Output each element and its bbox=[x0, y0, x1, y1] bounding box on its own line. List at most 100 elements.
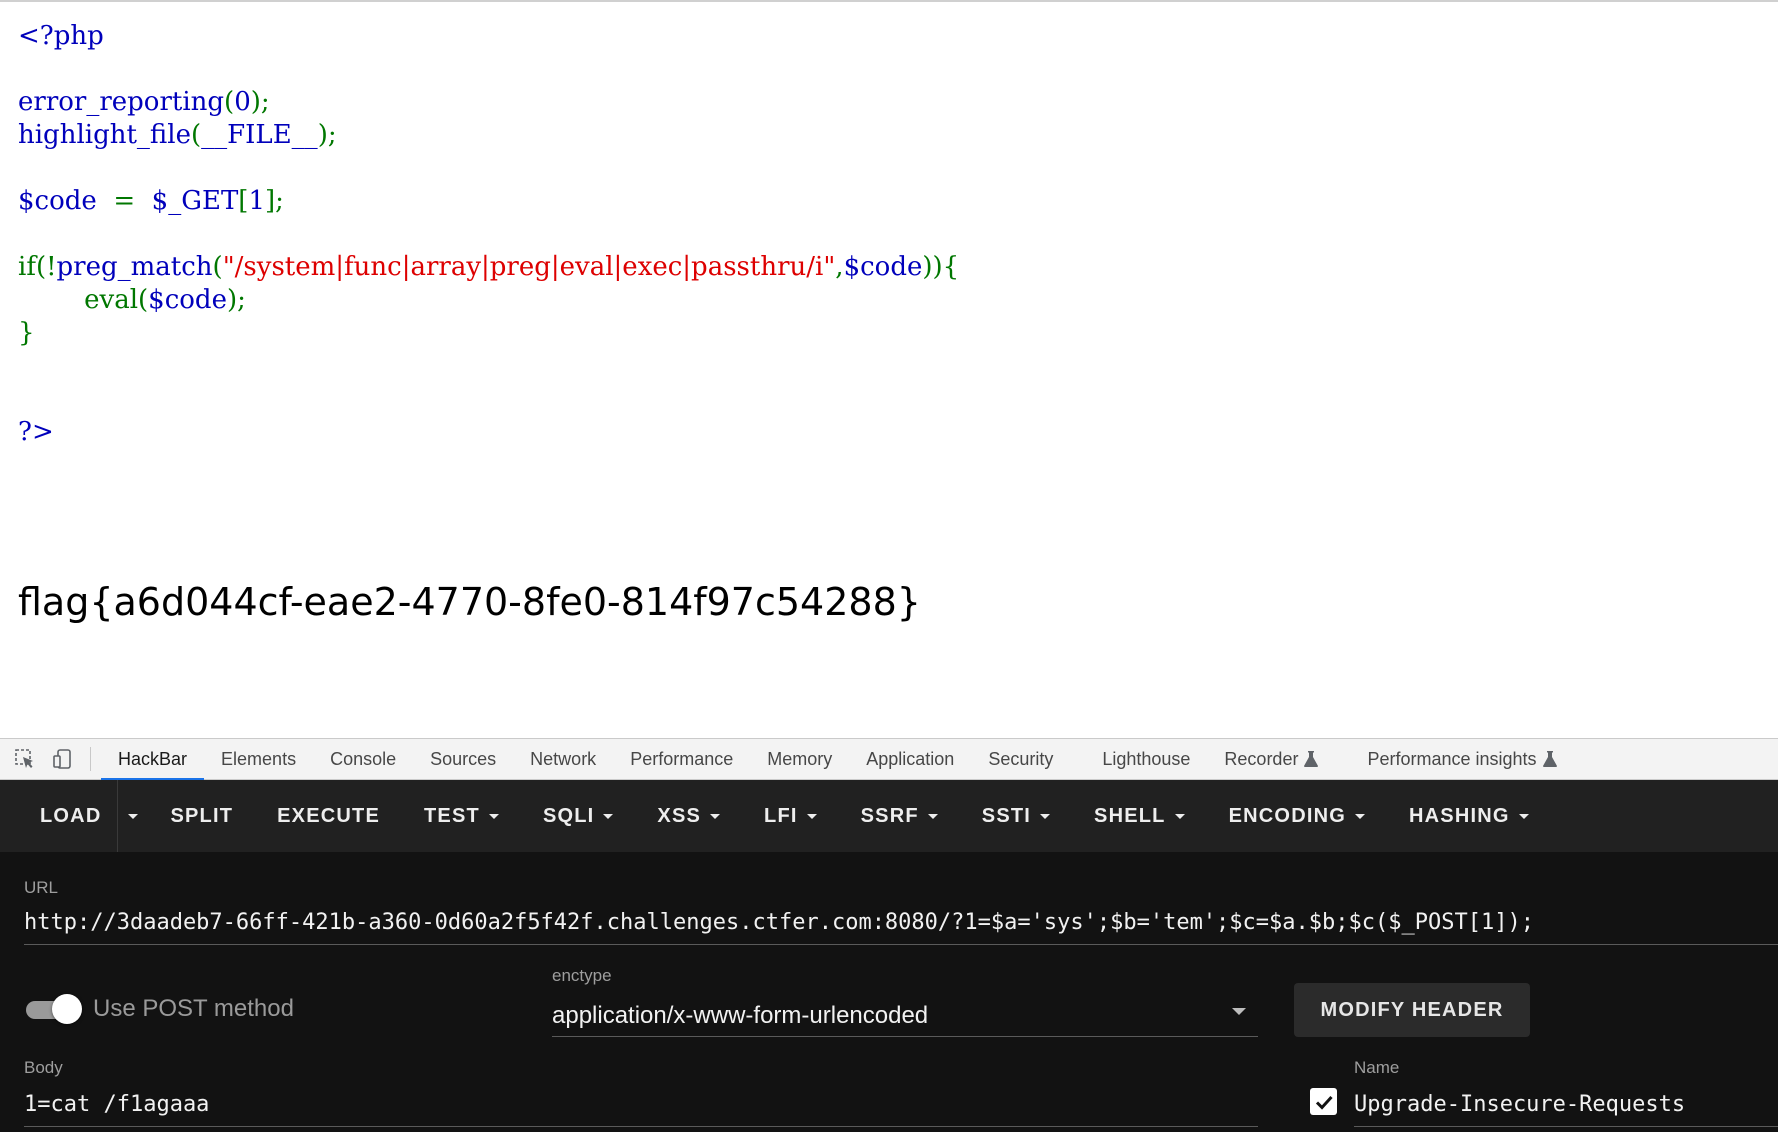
tab-performance-insights[interactable]: Performance insights bbox=[1350, 738, 1573, 780]
hashing-menu-button[interactable]: HASHING bbox=[1387, 780, 1551, 852]
code-line: if(!preg_match("/system|func|array|preg|… bbox=[18, 251, 959, 284]
header-name-input[interactable]: Upgrade-Insecure-Requests bbox=[1354, 1092, 1685, 1117]
inspect-element-icon[interactable] bbox=[12, 746, 38, 772]
ssti-menu-button[interactable]: SSTI bbox=[960, 780, 1072, 852]
code-token: $code bbox=[148, 285, 227, 315]
code-line: ?> bbox=[18, 416, 959, 449]
url-label: URL bbox=[24, 878, 59, 897]
tab-application[interactable]: Application bbox=[849, 738, 971, 780]
code-token: 1 bbox=[248, 186, 265, 216]
sqli-menu-button[interactable]: SQLI bbox=[521, 780, 635, 852]
tab-sources[interactable]: Sources bbox=[413, 738, 513, 780]
code-line: eval($code); bbox=[18, 284, 959, 317]
split-button[interactable]: SPLIT bbox=[148, 780, 255, 852]
chevron-down-icon bbox=[1040, 813, 1051, 819]
chevron-down-icon bbox=[927, 813, 938, 819]
code-line: error_reporting(0); bbox=[18, 86, 959, 119]
tab-network[interactable]: Network bbox=[513, 738, 613, 780]
tab-performance[interactable]: Performance bbox=[613, 738, 750, 780]
load-dropdown-button[interactable] bbox=[117, 780, 148, 852]
encoding-menu-button[interactable]: ENCODING bbox=[1207, 780, 1387, 852]
code-token: 0 bbox=[234, 87, 251, 117]
code-token: $code bbox=[843, 252, 923, 282]
code-token: ]; bbox=[265, 186, 284, 216]
chevron-down-icon bbox=[128, 813, 139, 819]
enctype-select[interactable]: application/x-www-form-urlencoded bbox=[552, 1002, 928, 1030]
load-button[interactable]: LOAD bbox=[18, 780, 117, 852]
code-token: __FILE__ bbox=[201, 120, 318, 150]
shell-menu-button[interactable]: SHELL bbox=[1072, 780, 1207, 852]
menu-label: SSRF bbox=[860, 804, 919, 827]
code-token: ( bbox=[224, 87, 235, 117]
modify-header-button[interactable]: MODIFY HEADER bbox=[1294, 983, 1530, 1037]
chevron-down-icon bbox=[1355, 813, 1365, 819]
menu-label: TEST bbox=[424, 804, 480, 827]
header-enabled-checkbox[interactable] bbox=[1310, 1088, 1337, 1115]
checkmark-icon bbox=[1315, 1095, 1333, 1110]
ssrf-menu-button[interactable]: SSRF bbox=[839, 780, 960, 852]
chevron-down-icon bbox=[806, 813, 817, 819]
tab-label: Performance insights bbox=[1367, 748, 1537, 769]
code-token: ); bbox=[317, 120, 337, 150]
code-token: ( bbox=[212, 252, 223, 282]
chevron-down-icon bbox=[603, 813, 614, 819]
top-border bbox=[0, 0, 1778, 2]
lfi-menu-button[interactable]: LFI bbox=[742, 780, 839, 852]
code-token: [ bbox=[238, 186, 249, 216]
code-token: , bbox=[835, 252, 844, 282]
hackbar-toolbar: LOAD SPLIT EXECUTE TEST SQLI XSS LFI SSR… bbox=[0, 780, 1778, 852]
tab-label: Application bbox=[866, 748, 955, 769]
code-token: ?> bbox=[18, 417, 54, 447]
tab-recorder[interactable]: Recorder bbox=[1207, 738, 1350, 780]
php-source-code: <?php error_reporting(0); highlight_file(_… bbox=[18, 20, 959, 449]
code-token: $code bbox=[18, 186, 106, 216]
url-input-underline bbox=[24, 944, 1778, 945]
code-token: highlight_file bbox=[18, 120, 191, 150]
code-token: error_reporting bbox=[18, 87, 225, 117]
test-menu-button[interactable]: TEST bbox=[402, 780, 521, 852]
tab-label: Elements bbox=[221, 748, 297, 769]
menu-label: XSS bbox=[657, 804, 702, 827]
execute-button[interactable]: EXECUTE bbox=[255, 780, 402, 852]
tab-memory[interactable]: Memory bbox=[750, 738, 849, 780]
code-line: } bbox=[18, 317, 959, 350]
flask-icon bbox=[1304, 751, 1319, 767]
code-token: ); bbox=[250, 87, 270, 117]
code-token: = bbox=[105, 186, 144, 216]
hackbar-panel: LOAD SPLIT EXECUTE TEST SQLI XSS LFI SSR… bbox=[0, 780, 1778, 1132]
code-token: "/system|func|array|preg|eval|exec|passt… bbox=[222, 252, 836, 282]
tab-label: Performance bbox=[630, 748, 734, 769]
tab-label: Memory bbox=[767, 748, 833, 769]
code-token: if(! bbox=[18, 252, 57, 282]
toggle-knob bbox=[52, 994, 82, 1024]
device-toolbar-icon[interactable] bbox=[50, 746, 76, 772]
code-token: ( bbox=[138, 285, 149, 315]
tab-label: HackBar bbox=[118, 748, 188, 769]
tab-label: Console bbox=[330, 748, 397, 769]
tab-security[interactable]: Security bbox=[971, 738, 1085, 780]
devtools-tab-bar: HackBar Elements Console Sources Network… bbox=[0, 738, 1778, 781]
flag-output: flag{a6d044cf-eae2-4770-8fe0-814f97c5428… bbox=[18, 580, 921, 624]
tab-console[interactable]: Console bbox=[313, 738, 413, 780]
tab-hackbar[interactable]: HackBar bbox=[101, 738, 205, 781]
code-token: } bbox=[18, 318, 35, 348]
url-input[interactable]: http://3daadeb7-66ff-421b-a360-0d60a2f5f… bbox=[24, 910, 1534, 935]
toolbar-divider bbox=[90, 747, 91, 771]
tab-label: Sources bbox=[430, 748, 497, 769]
tab-lighthouse[interactable]: Lighthouse bbox=[1085, 738, 1207, 780]
tab-label: Recorder bbox=[1224, 748, 1299, 769]
chevron-down-icon bbox=[1518, 813, 1529, 819]
post-method-toggle[interactable] bbox=[24, 994, 82, 1024]
xss-menu-button[interactable]: XSS bbox=[635, 780, 742, 852]
chevron-down-icon[interactable] bbox=[1232, 1008, 1246, 1015]
chevron-down-icon bbox=[488, 813, 499, 819]
menu-label: ENCODING bbox=[1228, 804, 1346, 827]
flask-icon bbox=[1542, 751, 1557, 767]
tab-elements[interactable]: Elements bbox=[204, 738, 313, 780]
code-token: ); bbox=[226, 285, 246, 315]
body-input[interactable]: 1=cat /f1agaaa bbox=[24, 1092, 209, 1117]
header-name-label: Name bbox=[1354, 1058, 1400, 1077]
